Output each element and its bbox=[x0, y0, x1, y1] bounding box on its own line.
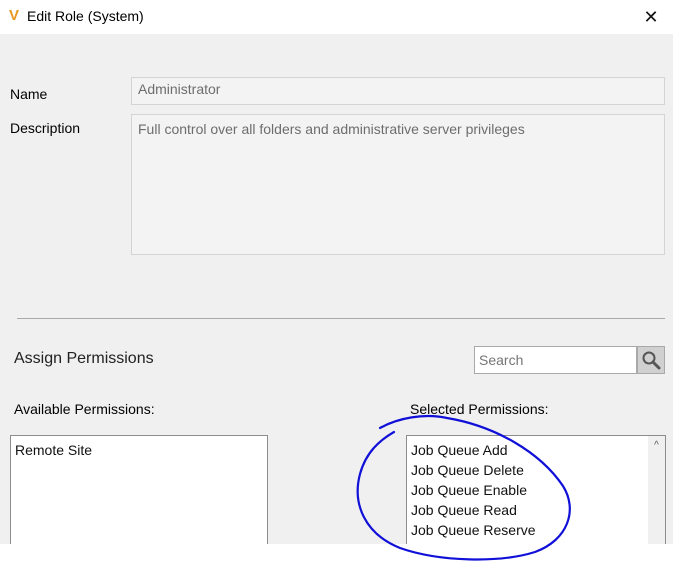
title-bar: V Edit Role (System) ✕ bbox=[0, 0, 673, 34]
scroll-up-arrow-icon[interactable]: ^ bbox=[648, 440, 665, 452]
available-permissions-label: Available Permissions: bbox=[14, 401, 155, 417]
selected-permissions-label: Selected Permissions: bbox=[410, 401, 549, 417]
vault-app-icon: V bbox=[8, 7, 19, 24]
selected-permissions-list[interactable]: Job Queue Add Job Queue Delete Job Queue… bbox=[406, 435, 666, 550]
assign-permissions-heading: Assign Permissions bbox=[14, 350, 154, 367]
name-label: Name bbox=[10, 86, 48, 102]
list-item[interactable]: Job Queue Reserve bbox=[407, 520, 665, 540]
close-button[interactable]: ✕ bbox=[629, 0, 673, 34]
available-permissions-list[interactable]: Remote Site bbox=[10, 435, 268, 550]
magnifier-icon bbox=[642, 351, 661, 370]
list-item[interactable]: Remote Site bbox=[11, 440, 267, 460]
list-item[interactable]: Job Queue Delete bbox=[407, 460, 665, 480]
search-input[interactable] bbox=[474, 346, 637, 374]
description-field[interactable]: Full control over all folders and admini… bbox=[131, 114, 665, 255]
list-item[interactable]: Job Queue Add bbox=[407, 440, 665, 460]
window-title: Edit Role (System) bbox=[27, 8, 144, 24]
section-divider bbox=[17, 318, 665, 319]
name-field[interactable]: Administrator bbox=[131, 77, 665, 105]
list-item[interactable]: Job Queue Read bbox=[407, 500, 665, 520]
description-label: Description bbox=[10, 120, 81, 136]
list-item[interactable]: Job Queue Enable bbox=[407, 480, 665, 500]
window-bottom-edge bbox=[0, 544, 673, 564]
vertical-scrollbar[interactable]: ^ bbox=[648, 436, 665, 549]
search-button[interactable] bbox=[637, 346, 665, 374]
